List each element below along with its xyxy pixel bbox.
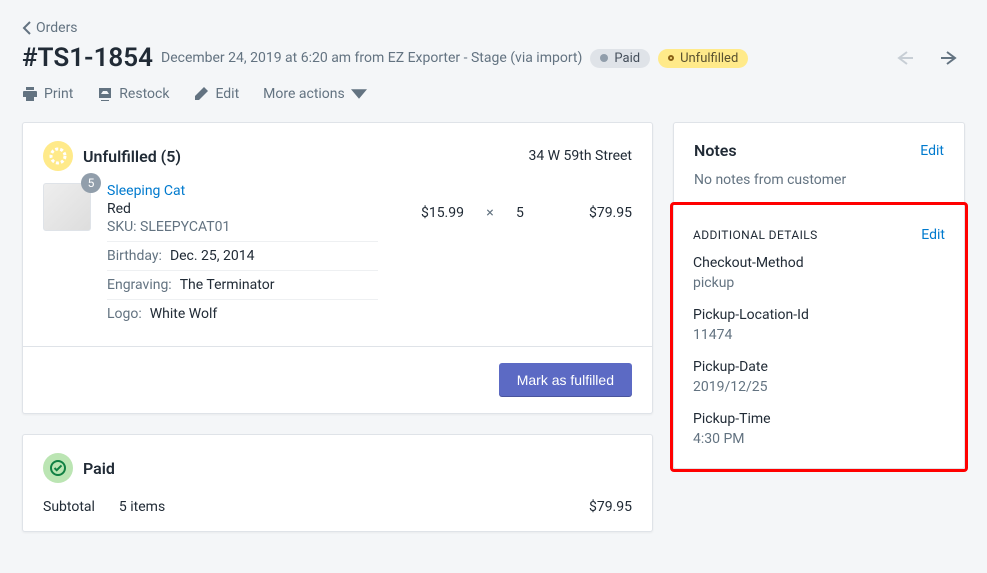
caret-down-icon (351, 86, 367, 102)
detail-item: Pickup-Time 4:30 PM (693, 411, 945, 447)
prop-val: Dec. 25, 2014 (170, 248, 255, 264)
pencil-icon (193, 86, 209, 102)
unfulfilled-card: Unfulfilled (5) 34 W 59th Street 5 Sleep… (22, 122, 653, 414)
mark-as-fulfilled-button[interactable]: Mark as fulfilled (499, 363, 632, 397)
prop-key: Engraving: (107, 277, 172, 293)
notes-empty-text: No notes from customer (694, 172, 944, 188)
additional-details-section: Additional Details Edit Checkout-Method … (673, 209, 965, 465)
prop-key: Birthday: (107, 248, 162, 264)
arrow-left-icon (895, 48, 915, 68)
line-qty: 5 (516, 183, 536, 221)
detail-value: pickup (693, 275, 945, 291)
line-property: Logo: White Wolf (107, 299, 378, 328)
additional-details-title: Additional Details (693, 228, 818, 242)
status-badge-unfulfilled: Unfulfilled (658, 49, 748, 68)
dot-icon (600, 54, 608, 62)
more-actions-label: More actions (263, 86, 345, 102)
qty-badge: 5 (81, 173, 101, 193)
fulfillment-location: 34 W 59th Street (528, 148, 632, 164)
line-total: $79.95 (552, 183, 632, 221)
prop-val: The Terminator (180, 277, 275, 293)
status-badge-paid: Paid (590, 49, 650, 68)
product-name-link[interactable]: Sleeping Cat (107, 183, 378, 199)
prop-key: Logo: (107, 306, 142, 322)
notes-section: Notes Edit No notes from customer (674, 123, 964, 206)
subtotal-items: 5 items (119, 499, 165, 515)
subtotal-amount: $79.95 (589, 499, 632, 515)
page-title: #TS1-1854 (22, 43, 153, 73)
breadcrumb-label: Orders (36, 20, 78, 36)
paid-card: Paid Subtotal 5 items $79.95 (22, 434, 653, 532)
restock-icon (97, 86, 113, 102)
detail-item: Checkout-Method pickup (693, 255, 945, 291)
print-button[interactable]: Print (22, 86, 73, 102)
edit-button[interactable]: Edit (193, 86, 239, 102)
detail-value: 11474 (693, 327, 945, 343)
unfulfilled-title: Unfulfilled (5) (83, 147, 181, 166)
product-sku: SKU: SLEEPYCAT01 (107, 219, 378, 235)
breadcrumb-orders[interactable]: Orders (22, 20, 965, 36)
detail-label: Pickup-Time (693, 411, 945, 427)
restock-button[interactable]: Restock (97, 86, 169, 102)
unfulfilled-status-icon (43, 141, 73, 171)
order-subtitle: December 24, 2019 at 6:20 am from EZ Exp… (161, 50, 582, 66)
line-property: Engraving: The Terminator (107, 270, 378, 299)
detail-label: Pickup-Date (693, 359, 945, 375)
print-icon (22, 86, 38, 102)
next-order-button[interactable] (933, 42, 965, 74)
edit-label: Edit (215, 86, 239, 102)
detail-label: Pickup-Location-Id (693, 307, 945, 323)
subtotal-label: Subtotal (43, 499, 95, 515)
notes-title: Notes (694, 141, 737, 160)
detail-value: 4:30 PM (693, 431, 945, 447)
restock-label: Restock (119, 86, 169, 102)
details-edit-link[interactable]: Edit (921, 227, 945, 243)
prop-val: White Wolf (150, 306, 217, 322)
product-variant: Red (107, 201, 378, 217)
detail-label: Checkout-Method (693, 255, 945, 271)
detail-item: Pickup-Date 2019/12/25 (693, 359, 945, 395)
prev-order-button (889, 42, 921, 74)
detail-value: 2019/12/25 (693, 379, 945, 395)
line-item: 5 Sleeping Cat Red SKU: SLEEPYCAT01 Birt… (43, 183, 632, 328)
more-actions-button[interactable]: More actions (263, 86, 367, 102)
line-multiplier: × (480, 183, 500, 221)
paid-title: Paid (83, 459, 115, 478)
line-property: Birthday: Dec. 25, 2014 (107, 241, 378, 270)
notes-edit-link[interactable]: Edit (920, 143, 944, 159)
status-badge-paid-label: Paid (614, 51, 640, 66)
status-badge-unfulfilled-label: Unfulfilled (680, 51, 738, 66)
chevron-left-icon (22, 21, 32, 35)
line-price: $15.99 (394, 183, 464, 221)
sidebar-card: Notes Edit No notes from customer Additi… (673, 122, 965, 469)
arrow-right-icon (939, 48, 959, 68)
paid-status-icon (43, 453, 73, 483)
ring-icon (668, 55, 674, 61)
print-label: Print (44, 86, 73, 102)
detail-item: Pickup-Location-Id 11474 (693, 307, 945, 343)
